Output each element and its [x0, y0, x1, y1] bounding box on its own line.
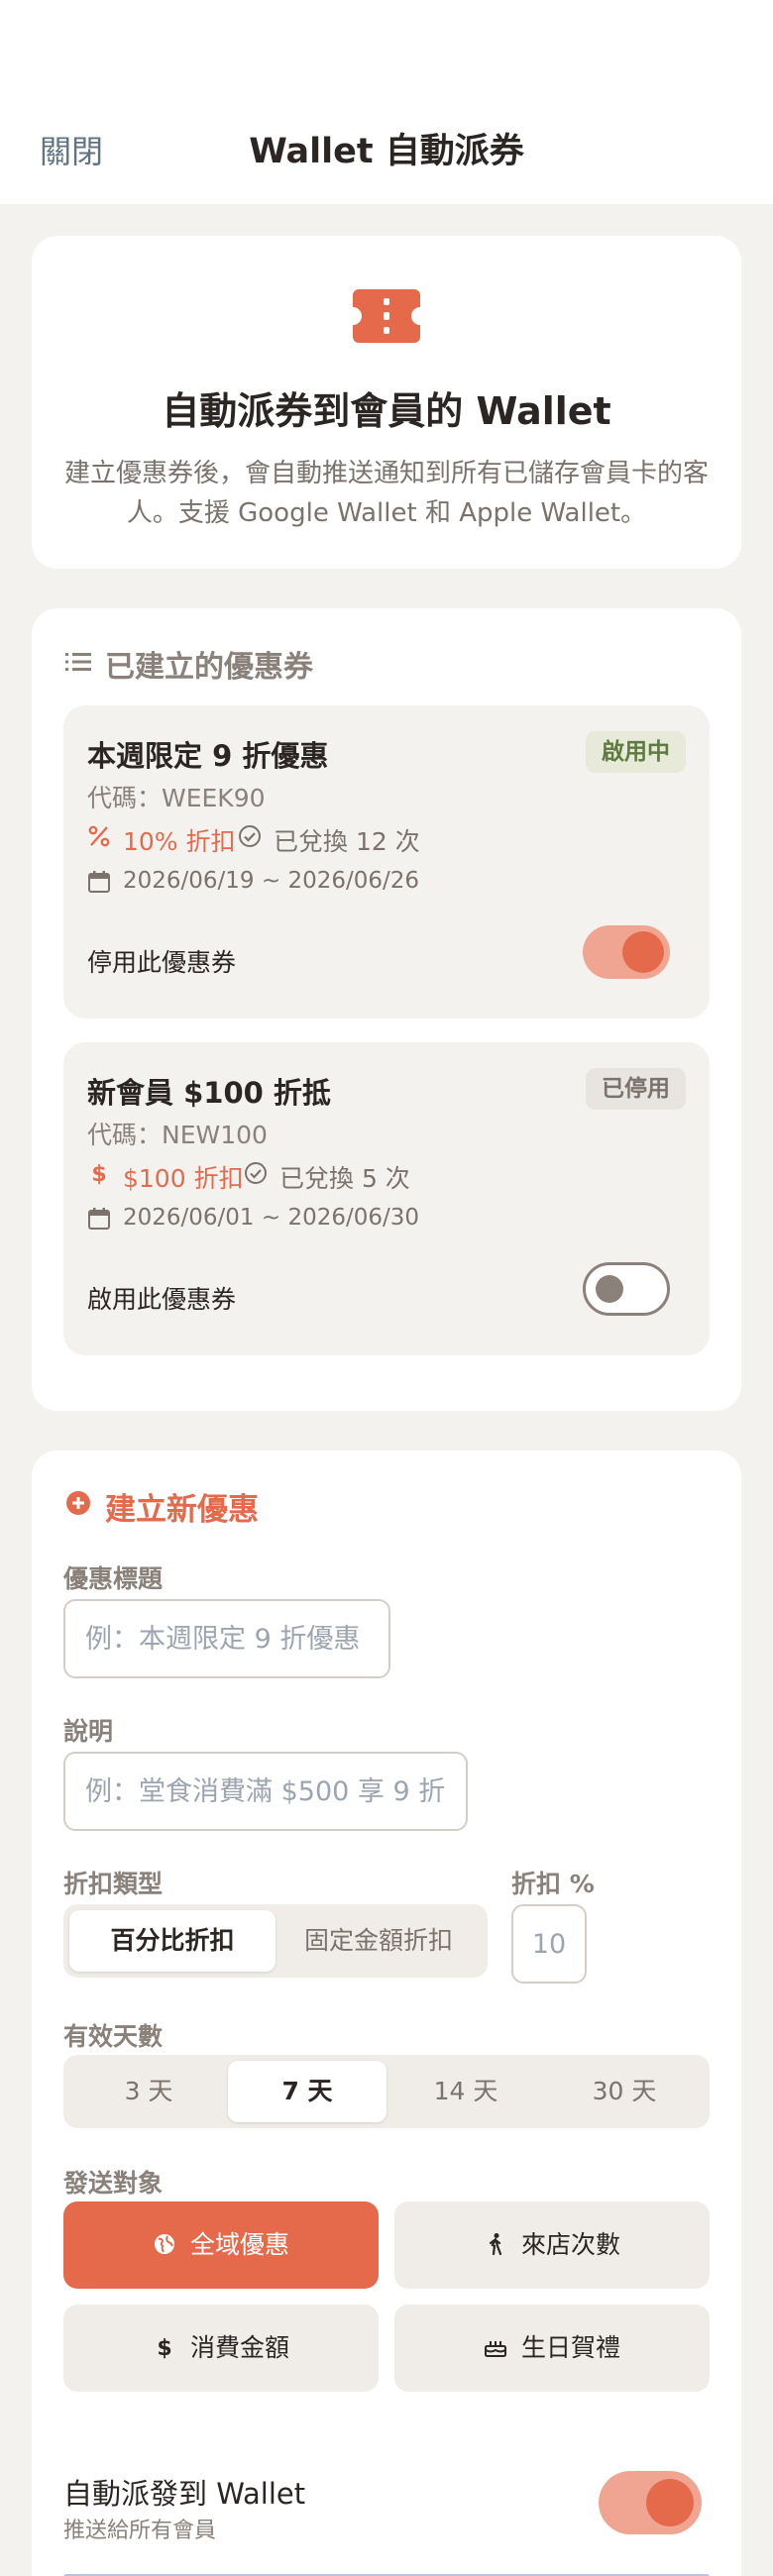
calendar-icon: [88, 1208, 110, 1230]
toggle-knob: [646, 2479, 694, 2526]
coupon-card-week90: 本週限定 9 折優惠 啟用中 代碼：WEEK90 10% 折扣 已兌換 12 次…: [63, 705, 710, 1019]
check-circle-icon: [239, 825, 261, 847]
status-badge: 啟用中: [586, 731, 686, 773]
coupon-code: 代碼：NEW100: [87, 1121, 268, 1149]
check-circle-icon: [245, 1162, 267, 1184]
toggle-knob: [622, 931, 664, 973]
auto-dispatch-sublabel: 推送給所有會員: [63, 2519, 217, 2543]
valid-days-label: 有效天數: [63, 2022, 164, 2051]
coupon-discount: 10% 折扣: [123, 827, 236, 856]
discount-type-label: 折扣類型: [63, 1870, 164, 1898]
coupon-period: 2026/06/19 ~ 2026/06/26: [123, 868, 420, 894]
toggle-knob: [596, 1275, 623, 1303]
dollar-icon: $: [157, 2336, 171, 2359]
discount-type-percent[interactable]: 百分比折扣: [69, 1910, 276, 1972]
description-input[interactable]: [63, 1752, 468, 1831]
coupon-title-input[interactable]: [63, 1599, 390, 1678]
plus-circle-icon: [66, 1491, 90, 1515]
list-icon: [65, 653, 91, 671]
percent-icon: [88, 825, 110, 847]
auto-dispatch-toggle[interactable]: [599, 2471, 702, 2534]
coupon-redeemed-count: 已兌換 5 次: [279, 1164, 410, 1193]
create-section-title: 建立新優惠: [105, 1492, 259, 1528]
coupons-section-title: 已建立的優惠券: [105, 650, 313, 685]
coupon-title-label: 優惠標題: [63, 1564, 164, 1593]
coupon-enable-toggle[interactable]: [583, 1262, 670, 1316]
days-option-14[interactable]: 14 天: [386, 2061, 545, 2122]
coupon-discount: $100 折扣: [123, 1164, 244, 1193]
days-option-7[interactable]: 7 天: [228, 2061, 386, 2122]
target-label-text: 來店次數: [520, 2230, 620, 2259]
coupon-toggle-label: 啟用此優惠券: [87, 1285, 237, 1314]
coupon-period: 2026/06/01 ~ 2026/06/30: [123, 1205, 420, 1231]
status-badge: 已停用: [586, 1068, 686, 1110]
discount-percent-input[interactable]: [511, 1904, 587, 1984]
ticket-icon: [353, 289, 420, 343]
description-label: 說明: [63, 1717, 114, 1746]
walking-icon: [489, 2233, 502, 2256]
intro-title: 自動派券到會員的 Wallet: [162, 389, 611, 433]
target-label: 發送對象: [63, 2169, 164, 2198]
discount-percent-label: 折扣 %: [511, 1870, 595, 1898]
valid-days-selector: 3 天 7 天 14 天 30 天: [63, 2055, 710, 2128]
target-global-button[interactable]: 全域優惠: [63, 2201, 379, 2289]
coupon-title: 新會員 $100 折抵: [87, 1076, 331, 1110]
top-bar: [0, 0, 773, 204]
coupon-enable-toggle[interactable]: [583, 925, 670, 979]
auto-dispatch-label: 自動派發到 Wallet: [63, 2477, 306, 2511]
target-label-text: 全域優惠: [189, 2230, 289, 2259]
target-label-text: 消費金額: [189, 2333, 289, 2362]
globe-icon: [154, 2234, 174, 2254]
coupon-title: 本週限定 9 折優惠: [87, 739, 329, 773]
days-option-3[interactable]: 3 天: [69, 2061, 228, 2122]
calendar-icon: [88, 871, 110, 893]
coupon-redeemed-count: 已兌換 12 次: [274, 827, 420, 856]
coupon-card-new100: 新會員 $100 折抵 已停用 代碼：NEW100 $ $100 折扣 已兌換 …: [63, 1042, 710, 1355]
discount-type-fixed[interactable]: 固定金額折扣: [276, 1910, 482, 1972]
coupon-toggle-label: 停用此優惠券: [87, 948, 237, 977]
days-option-30[interactable]: 30 天: [545, 2061, 704, 2122]
svg-text:$: $: [91, 1162, 106, 1185]
target-label-text: 生日賀禮: [520, 2333, 620, 2362]
coupon-code: 代碼：WEEK90: [87, 784, 266, 812]
page-title: Wallet 自動派券: [249, 132, 524, 171]
cake-icon: [484, 2341, 506, 2357]
dollar-icon: $: [91, 1162, 106, 1185]
target-birthday-button[interactable]: 生日賀禮: [394, 2305, 710, 2392]
target-spending-button[interactable]: $ 消費金額: [63, 2305, 379, 2392]
target-visits-button[interactable]: 來店次數: [394, 2201, 710, 2289]
svg-text:$: $: [157, 2336, 171, 2359]
discount-type-selector: 百分比折扣 固定金額折扣: [63, 1904, 488, 1978]
intro-description: 建立優惠券後，會自動推送通知到所有已儲存會員卡的客人。支援 Google Wal…: [63, 459, 709, 528]
